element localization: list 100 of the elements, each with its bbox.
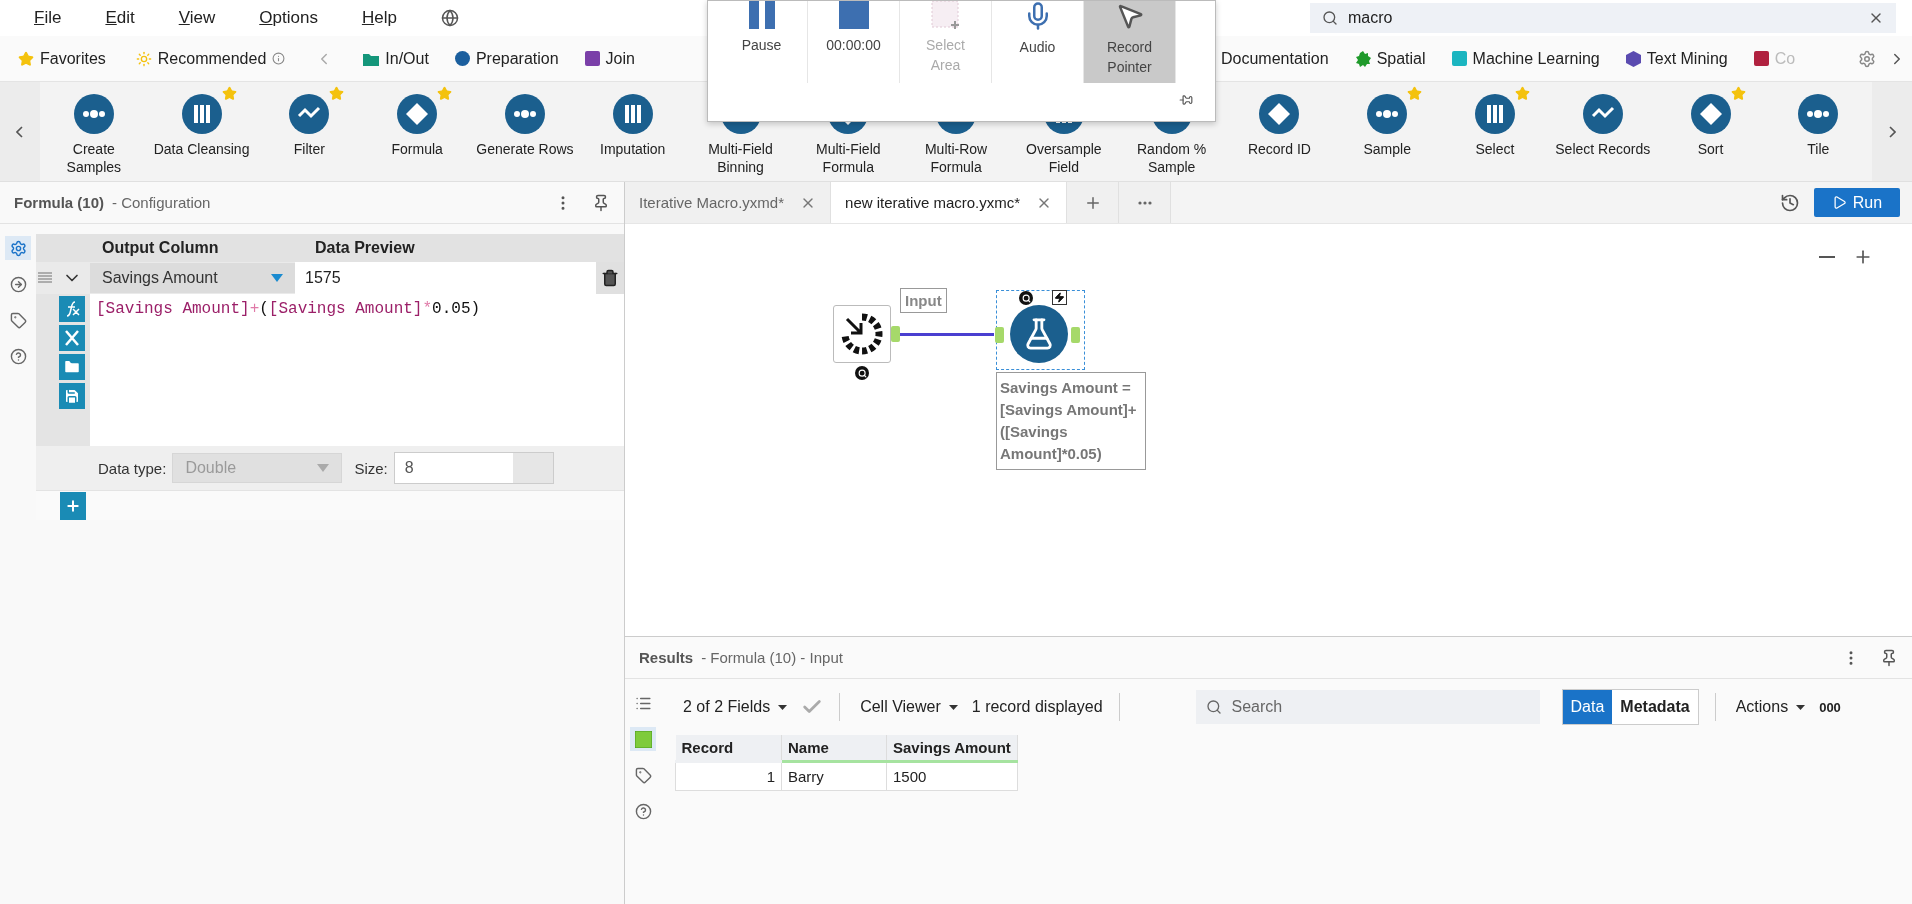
open-button[interactable] xyxy=(59,354,85,380)
node-annotation: Savings Amount = [Savings Amount]+ ([Savings Amount]*0.05) xyxy=(996,372,1146,470)
category-tab[interactable]: Join xyxy=(605,49,635,68)
input-anchor[interactable] xyxy=(995,327,1004,343)
save-icon xyxy=(63,387,81,405)
fields-dropdown[interactable]: 2 of 2 Fields xyxy=(679,698,792,716)
viewer-dropdown[interactable]: Cell Viewer xyxy=(856,698,962,716)
stop-icon xyxy=(838,1,869,29)
arrow-circle-icon xyxy=(9,275,27,293)
search-field[interactable]: Search xyxy=(1195,690,1540,724)
help-icon xyxy=(634,802,652,820)
recorder-button[interactable]: Record Pointer xyxy=(1084,1,1176,83)
info-icon[interactable] xyxy=(272,52,286,65)
view-toggle[interactable]: Metadata xyxy=(1612,690,1698,724)
tool-label: Record ID xyxy=(1247,140,1311,158)
tool-label: Tile xyxy=(1807,140,1830,158)
pin-icon[interactable] xyxy=(1880,648,1898,667)
drag-handle-icon[interactable] xyxy=(38,271,52,285)
column-header[interactable]: Record xyxy=(675,735,782,762)
add-button[interactable] xyxy=(60,491,86,520)
tool-icon[interactable] xyxy=(1582,94,1623,134)
table-cell: Barry xyxy=(781,761,887,791)
tool-icon[interactable] xyxy=(397,94,438,134)
tool-icon[interactable] xyxy=(504,94,545,134)
minus-icon xyxy=(1819,256,1835,258)
tool-icon[interactable] xyxy=(73,94,114,134)
search-input[interactable]: Search xyxy=(1229,697,1510,717)
format-label[interactable]: 000 xyxy=(1819,699,1841,715)
column-header[interactable]: Name xyxy=(781,735,887,762)
document-tab[interactable]: new iterative macro.yxmc* xyxy=(831,182,1068,223)
panel-subtitle: - Configuration xyxy=(112,194,211,211)
settings-icon xyxy=(9,239,27,257)
history-icon[interactable] xyxy=(1780,192,1800,213)
view-toggle[interactable]: Data xyxy=(1562,690,1613,724)
function-button[interactable] xyxy=(59,296,85,322)
more-icon xyxy=(1137,200,1152,205)
size-field[interactable]: 8 xyxy=(393,452,554,484)
menu-item[interactable]: File xyxy=(34,8,62,28)
tool-label: Sample xyxy=(1363,140,1411,158)
category-tab[interactable]: In/Out xyxy=(385,49,429,68)
tool-label: Oversample Field xyxy=(1025,140,1103,176)
save-button[interactable] xyxy=(59,383,85,409)
settings-icon[interactable] xyxy=(1858,49,1876,68)
expression-editor[interactable]: [Savings Amount]+([Savings Amount]*0.05) xyxy=(90,294,624,446)
document-tab[interactable]: Iterative Macro.yxmd* xyxy=(625,182,832,223)
record-count: 1 record displayed xyxy=(971,698,1103,716)
category-tab[interactable]: Documentation xyxy=(1221,49,1329,68)
recorder-button[interactable]: Pause xyxy=(716,1,808,83)
recorder-button[interactable]: 00:00:00 xyxy=(808,1,900,83)
search-field[interactable]: macro xyxy=(1310,3,1896,33)
formula-node[interactable] xyxy=(996,290,1085,370)
column-header[interactable]: Savings Amount xyxy=(886,735,1018,762)
caret-icon xyxy=(271,274,283,282)
flask-icon xyxy=(1010,305,1068,363)
menu-item[interactable]: Options xyxy=(259,8,318,28)
expression-text: [Savings Amount]+([Savings Amount]*0.05) xyxy=(96,300,481,318)
tool-icon[interactable] xyxy=(181,94,222,134)
category-tab[interactable]: Spatial xyxy=(1376,49,1426,68)
tool-icon[interactable] xyxy=(1259,94,1300,134)
tool-label: Random % Sample xyxy=(1136,140,1208,176)
actions-dropdown[interactable]: Actions xyxy=(1731,698,1810,716)
chevron-left-icon xyxy=(16,125,24,138)
tool-icon[interactable] xyxy=(1474,94,1515,134)
variable-icon xyxy=(63,329,81,347)
field-label: Size: xyxy=(354,459,388,477)
menu-item[interactable]: Help xyxy=(361,8,397,28)
folder-icon xyxy=(63,358,81,376)
delete-button[interactable] xyxy=(596,262,624,294)
menu-item[interactable]: View xyxy=(178,8,216,28)
tool-icon[interactable] xyxy=(1367,94,1408,134)
search-badge-icon xyxy=(1021,293,1031,303)
trash-icon xyxy=(601,269,619,287)
play-icon xyxy=(1831,195,1847,210)
panel-title: Formula (10) xyxy=(14,194,104,211)
category-tab[interactable]: Recommended xyxy=(157,49,267,68)
caret-icon xyxy=(317,464,330,472)
tool-icon[interactable] xyxy=(1798,94,1839,134)
pin-icon[interactable] xyxy=(1179,93,1193,107)
macro-input-node[interactable] xyxy=(833,305,891,363)
pin-icon[interactable] xyxy=(592,193,610,212)
sidebar-tab[interactable] xyxy=(5,236,31,260)
run-button[interactable]: Run xyxy=(1814,188,1900,217)
tool-label: Filter xyxy=(293,140,325,158)
node-label: Input xyxy=(900,288,947,313)
tool-icon[interactable] xyxy=(612,94,653,134)
caret-icon xyxy=(778,704,788,710)
tool-icon[interactable] xyxy=(1690,94,1731,134)
globe-icon[interactable] xyxy=(440,9,459,27)
category-tab[interactable]: Favorites xyxy=(40,49,106,68)
tool-icon[interactable] xyxy=(289,94,330,134)
menu-item[interactable]: Edit xyxy=(105,8,135,28)
panel-subtitle: - Formula (10) - Input xyxy=(701,649,843,666)
variables-button[interactable] xyxy=(59,325,85,351)
category-tab[interactable]: Machine Learning xyxy=(1472,49,1600,68)
category-tab[interactable]: Text Mining xyxy=(1646,49,1728,68)
column-header: Output Column xyxy=(101,239,220,257)
column-dropdown[interactable]: Savings Amount xyxy=(90,263,295,293)
tool-label: Sort xyxy=(1697,140,1724,158)
category-tab[interactable]: Preparation xyxy=(475,49,559,68)
gear-arrow-icon xyxy=(839,311,885,357)
